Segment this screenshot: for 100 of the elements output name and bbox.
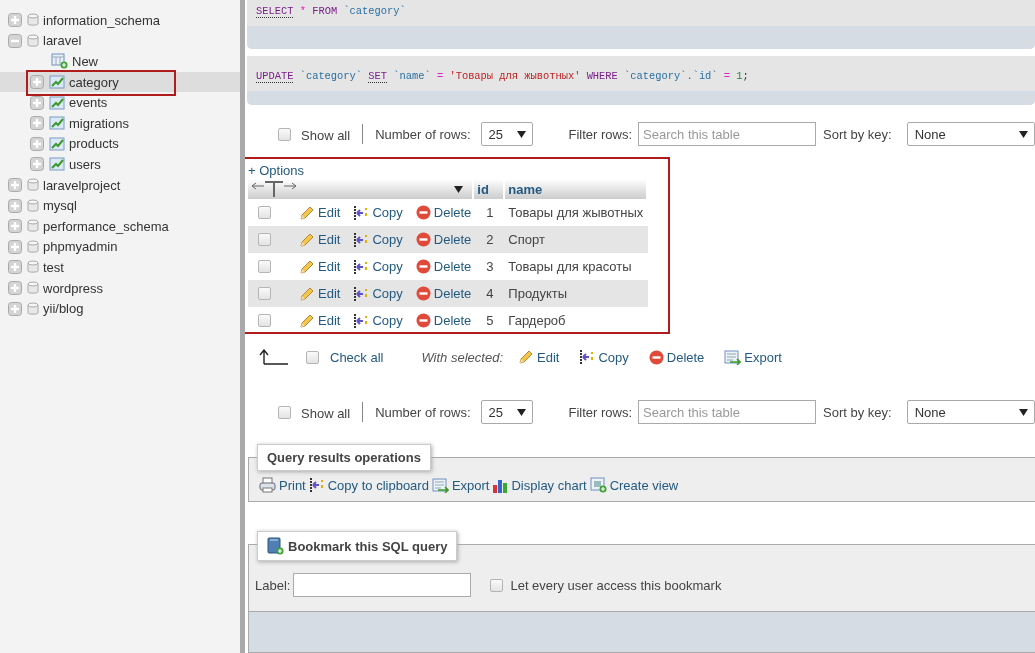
database-icon bbox=[27, 219, 39, 234]
delete-link[interactable]: Delete bbox=[415, 205, 472, 221]
tree-item-label[interactable]: laravelproject bbox=[43, 177, 121, 193]
tree-item[interactable]: New bbox=[0, 51, 240, 72]
tree-item-label[interactable]: yii/blog bbox=[43, 301, 84, 317]
rows-select[interactable]: 25 bbox=[480, 400, 533, 424]
sort-select[interactable]: None bbox=[906, 400, 1035, 424]
collapse-icon[interactable] bbox=[8, 33, 22, 48]
tree-item-label[interactable]: migrations bbox=[69, 115, 129, 131]
tree-item-label[interactable]: mysql bbox=[43, 198, 77, 214]
tree-item-label[interactable]: wordpress bbox=[43, 280, 103, 296]
tree-item[interactable]: category bbox=[0, 71, 240, 93]
delete-link[interactable]: Delete bbox=[648, 349, 705, 366]
table-icon bbox=[49, 136, 65, 151]
tree-item-label[interactable]: events bbox=[69, 95, 108, 111]
rows-select[interactable]: 25 bbox=[480, 122, 533, 147]
copy-icon bbox=[353, 312, 370, 329]
copy-link[interactable]: Copy bbox=[353, 285, 403, 302]
edit-link[interactable]: Edit bbox=[299, 204, 341, 221]
copy-link[interactable]: Copy bbox=[353, 258, 403, 275]
tree-item-label[interactable]: laravel bbox=[43, 33, 82, 49]
filter-label: Filter rows: bbox=[568, 126, 633, 142]
show-all-checkbox[interactable] bbox=[278, 127, 291, 141]
database-icon bbox=[27, 13, 39, 28]
tree-item-label[interactable]: phpmyadmin bbox=[43, 239, 118, 255]
bookmark-book-icon bbox=[267, 537, 284, 555]
column-arrows-icon[interactable] bbox=[251, 180, 297, 199]
row-checkbox[interactable] bbox=[258, 206, 271, 220]
tree-item-label[interactable]: test bbox=[43, 259, 64, 275]
delete-link[interactable]: Delete bbox=[415, 259, 472, 275]
printer-icon bbox=[259, 477, 276, 493]
caret-icon bbox=[1018, 130, 1028, 138]
options-link[interactable]: + Options bbox=[248, 163, 304, 179]
pencil-icon bbox=[299, 312, 315, 329]
sort-select[interactable]: None bbox=[906, 122, 1035, 147]
print-link[interactable]: Print bbox=[259, 477, 306, 493]
tree-item[interactable]: products bbox=[0, 133, 240, 155]
column-header[interactable]: name bbox=[505, 179, 649, 200]
show-all-checkbox[interactable] bbox=[278, 405, 291, 419]
tree-item[interactable]: users bbox=[0, 154, 240, 175]
filter-field[interactable]: Search this table bbox=[638, 122, 817, 147]
tree-item[interactable]: performance_schema bbox=[0, 215, 240, 237]
tree-item[interactable]: phpmyadmin bbox=[0, 236, 240, 258]
row-checkbox[interactable] bbox=[258, 287, 271, 301]
tree-item[interactable]: laravel bbox=[0, 30, 240, 52]
export-link[interactable]: Export bbox=[431, 477, 490, 493]
copy-icon bbox=[353, 258, 370, 275]
row-checkbox[interactable] bbox=[258, 233, 271, 247]
database-icon bbox=[27, 301, 39, 316]
copy-link[interactable]: Copy bbox=[353, 231, 403, 248]
tree-item[interactable]: yii/blog bbox=[0, 298, 240, 319]
check-all-checkbox[interactable] bbox=[306, 350, 319, 364]
delete-icon bbox=[648, 349, 664, 365]
edit-link[interactable]: Edit bbox=[518, 349, 560, 366]
expand-icon[interactable] bbox=[30, 95, 44, 110]
row-checkbox[interactable] bbox=[258, 314, 271, 328]
label-field[interactable] bbox=[293, 573, 472, 597]
tree-item[interactable]: laravelproject bbox=[0, 174, 240, 196]
chart-link[interactable]: Display chart bbox=[492, 477, 587, 493]
rows-label: Number of rows: bbox=[375, 404, 471, 420]
tree-item[interactable]: migrations bbox=[0, 112, 240, 134]
filter-field[interactable]: Search this table bbox=[638, 400, 817, 424]
pencil-icon bbox=[518, 349, 534, 366]
table-icon bbox=[49, 75, 65, 90]
check-all-link[interactable]: Check all bbox=[330, 349, 384, 365]
table-cell: Спорт bbox=[505, 226, 649, 254]
tree-item-label[interactable]: performance_schema bbox=[43, 218, 169, 234]
copy-link[interactable]: Copy bbox=[353, 204, 403, 221]
tree-item-label[interactable]: products bbox=[69, 136, 119, 152]
tree-item-label[interactable]: information_schema bbox=[43, 12, 161, 28]
column-header[interactable]: id bbox=[474, 179, 506, 200]
row-checkbox[interactable] bbox=[258, 260, 271, 274]
edit-link[interactable]: Edit bbox=[299, 231, 341, 248]
tree-item-label[interactable]: category bbox=[69, 74, 119, 90]
tree-item[interactable]: wordpress bbox=[0, 277, 240, 299]
caret-icon bbox=[1018, 408, 1028, 416]
tree-item-label[interactable]: New bbox=[72, 54, 98, 69]
tree-item[interactable]: information_schema bbox=[0, 10, 240, 31]
tree-item[interactable]: events bbox=[0, 92, 240, 113]
delete-link[interactable]: Delete bbox=[415, 313, 472, 329]
share-checkbox[interactable] bbox=[490, 578, 504, 592]
edit-link[interactable]: Edit bbox=[299, 285, 341, 302]
copy-link[interactable]: Copy bbox=[579, 349, 629, 366]
delete-icon bbox=[415, 232, 431, 248]
tree-item-label[interactable]: users bbox=[69, 156, 101, 172]
copy-link[interactable]: Copy to clipboard bbox=[308, 477, 429, 493]
edit-link[interactable]: Edit bbox=[299, 258, 341, 275]
copy-icon bbox=[579, 349, 596, 366]
tree-item[interactable]: mysql bbox=[0, 195, 240, 216]
tree-item[interactable]: test bbox=[0, 257, 240, 278]
database-icon bbox=[27, 239, 39, 254]
export-link[interactable]: Export bbox=[724, 349, 782, 366]
copy-icon bbox=[353, 204, 370, 221]
export-icon bbox=[724, 349, 742, 365]
show-all-label: Show all bbox=[301, 127, 351, 143]
copy-link[interactable]: Copy bbox=[353, 312, 403, 329]
edit-link[interactable]: Edit bbox=[299, 312, 341, 329]
view-link[interactable]: Create view bbox=[589, 477, 679, 493]
delete-link[interactable]: Delete bbox=[415, 232, 472, 248]
delete-link[interactable]: Delete bbox=[415, 286, 472, 302]
